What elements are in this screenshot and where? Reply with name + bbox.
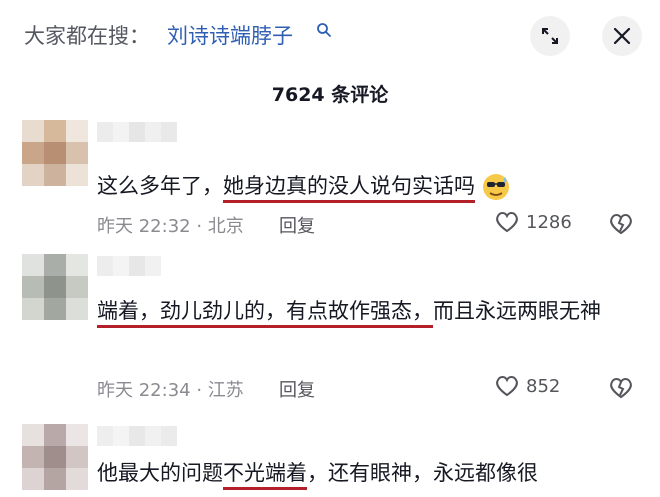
heart-outline-icon [496, 212, 518, 233]
comment-text: 这么多年了，她身边真的没人说句实话吗 [97, 165, 637, 207]
broken-heart-icon[interactable] [608, 212, 634, 236]
search-icon[interactable] [316, 22, 332, 38]
broken-heart-icon[interactable] [608, 376, 634, 400]
heart-outline-icon [496, 376, 518, 397]
reply-button[interactable]: 回复 [279, 376, 315, 402]
comment-text: 端着，劲儿劲儿的，有点故作强态，而且永远两眼无神 [97, 290, 637, 332]
sunglasses-sweat-emoji [483, 174, 509, 200]
comment-item: 这么多年了，她身边真的没人说句实话吗 昨天 22:32 · 北京 回复 1286 [0, 120, 660, 250]
collapse-button[interactable] [530, 16, 570, 56]
comment-text-plain: 他最大的问题 [97, 461, 223, 485]
comment-text-plain: 而且永远两眼无神 [433, 299, 601, 323]
search-suggestion-bar: 大家都在搜： 刘诗诗端脖子 [0, 0, 660, 66]
comment-item: 他最大的问题不光端着，还有眼神，永远都像很 [0, 424, 660, 497]
search-prefix-label: 大家都在搜： [24, 24, 150, 48]
comment-text-plain: 这么多年了， [97, 174, 223, 198]
collapse-icon [542, 28, 558, 44]
avatar[interactable] [22, 254, 88, 320]
username[interactable] [97, 122, 177, 142]
like-count: 1286 [526, 211, 572, 233]
comment-text-plain-tail: ，还有眼神，永远都像很 [307, 461, 538, 485]
comment-text-highlight: 她身边真的没人说句实话吗 [223, 174, 475, 203]
comment-count-title: 7624 条评论 [271, 84, 389, 106]
reply-button[interactable]: 回复 [279, 212, 315, 238]
search-suggestion-link[interactable]: 刘诗诗端脖子 [167, 20, 293, 50]
close-button[interactable] [602, 16, 642, 56]
username[interactable] [97, 256, 161, 276]
comment-item: 端着，劲儿劲儿的，有点故作强态，而且永远两眼无神 昨天 22:34 · 江苏 回… [0, 254, 660, 414]
comment-text: 他最大的问题不光端着，还有眼神，永远都像很 [97, 452, 637, 494]
comment-time-location: 昨天 22:32 · 北京 [97, 216, 244, 237]
like-count: 852 [526, 375, 561, 397]
avatar[interactable] [22, 120, 88, 186]
username[interactable] [97, 426, 177, 446]
comment-time-location: 昨天 22:34 · 江苏 [97, 380, 244, 401]
like-button[interactable]: 852 [494, 374, 560, 398]
close-icon [613, 27, 631, 45]
avatar[interactable] [22, 424, 88, 490]
comment-text-highlight: 端着，劲儿劲儿的，有点故作强态， [97, 299, 433, 328]
like-button[interactable]: 1286 [494, 210, 572, 234]
comment-text-highlight: 不光端着 [223, 461, 307, 490]
